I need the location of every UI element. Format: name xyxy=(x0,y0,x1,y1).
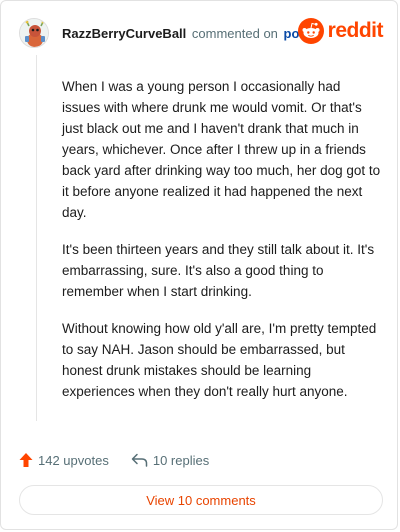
reddit-wordmark: reddit xyxy=(327,19,384,42)
reddit-logo[interactable]: reddit xyxy=(297,18,384,44)
replies-button[interactable]: 10 replies xyxy=(131,453,209,468)
upvote-arrow-icon xyxy=(19,453,33,467)
username-link[interactable]: RazzBerryCurveBall xyxy=(62,26,186,41)
comment-actions: 142 upvotes 10 replies xyxy=(19,449,209,471)
comment-paragraph: When I was a young person I occasionally… xyxy=(62,79,381,220)
thread-line[interactable] xyxy=(36,55,37,421)
reply-count: 10 replies xyxy=(152,452,210,468)
comment-paragraph: Without knowing how old y'all are, I'm p… xyxy=(62,321,377,399)
comment-header: RazzBerryCurveBall commented on post red… xyxy=(19,16,384,50)
reddit-snoo-icon xyxy=(297,18,324,44)
comment-card: RazzBerryCurveBall commented on post red… xyxy=(0,0,398,530)
comment-body: When I was a young person I occasionally… xyxy=(62,76,382,418)
comment-meta: RazzBerryCurveBall commented on post xyxy=(62,26,311,41)
upvote-count: 142 upvotes xyxy=(38,452,109,468)
comment-paragraph: It's been thirteen years and they still … xyxy=(62,242,375,299)
commented-on-text: commented on xyxy=(191,25,278,41)
reply-arrow-icon xyxy=(131,453,148,467)
upvote-button[interactable]: 142 upvotes xyxy=(19,452,109,468)
user-avatar[interactable] xyxy=(19,18,49,48)
view-comments-button[interactable]: View 10 comments xyxy=(19,485,383,515)
avatar-icon xyxy=(20,19,48,47)
